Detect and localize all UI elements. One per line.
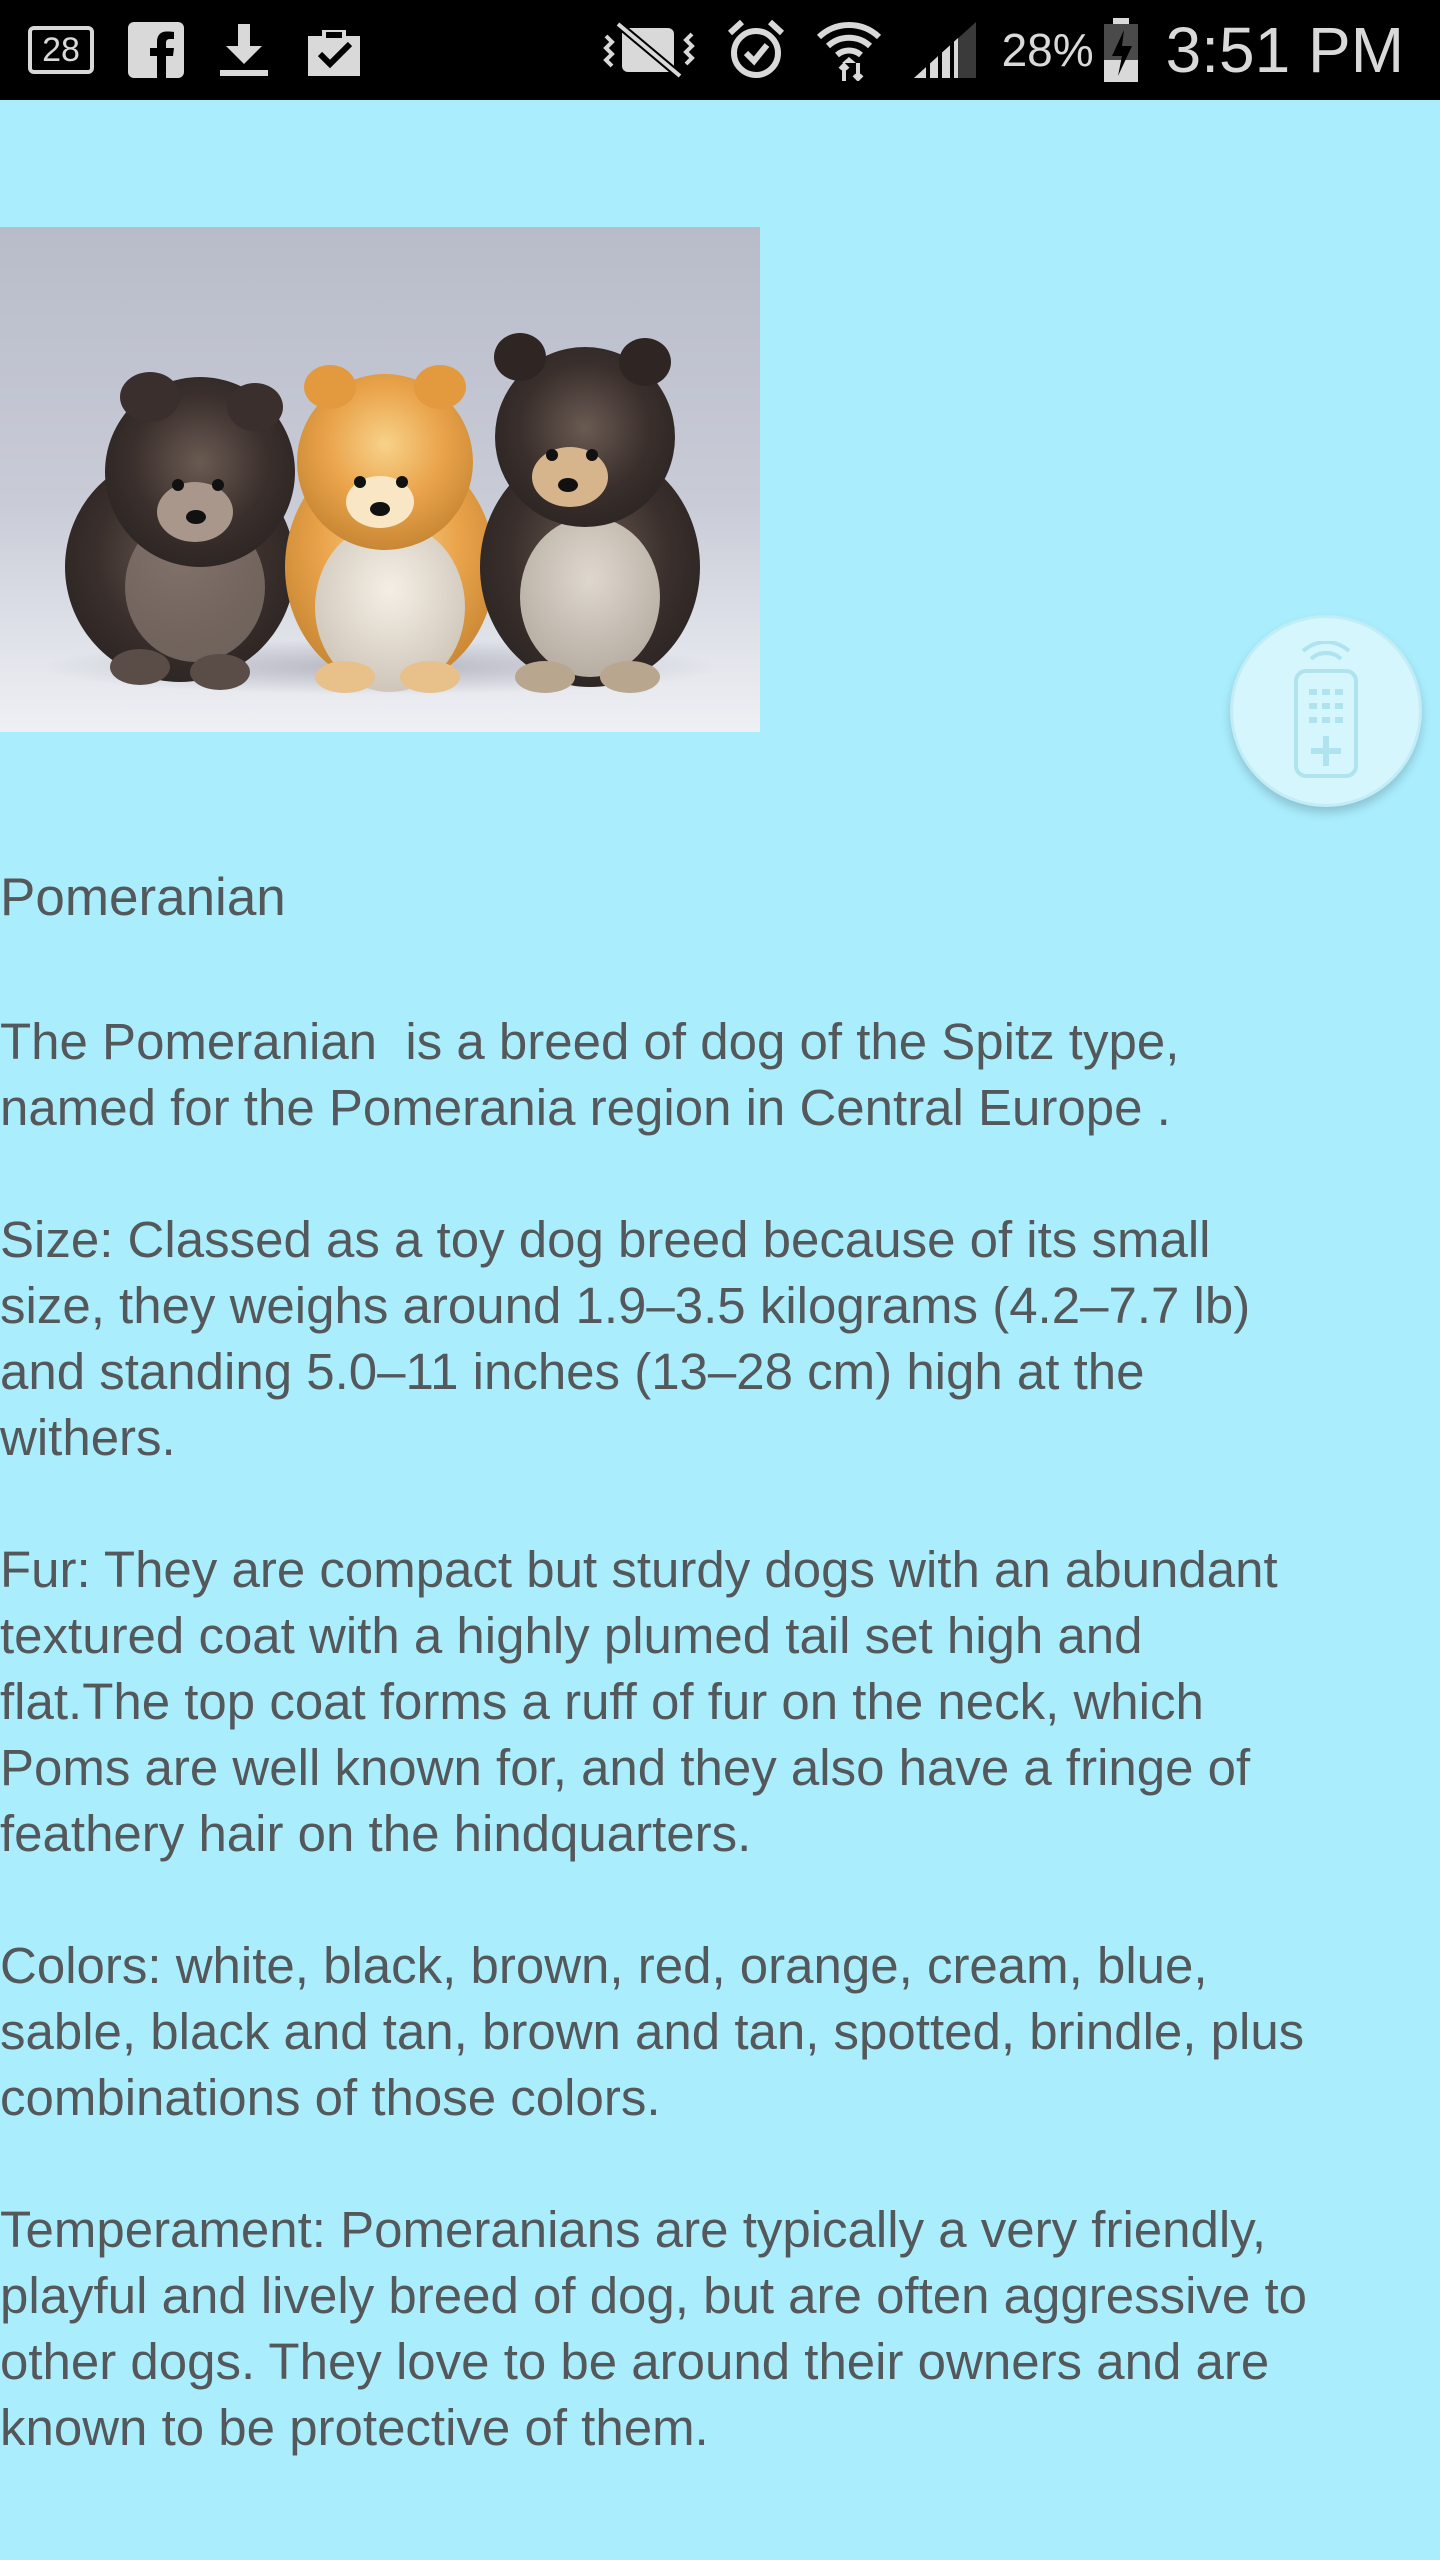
battery-charging-icon xyxy=(1102,0,1140,100)
puppy-middle xyxy=(285,365,495,693)
remote-control-button[interactable] xyxy=(1230,615,1422,807)
intro-paragraph: The Pomeranian is a breed of dog of the … xyxy=(0,1013,1180,1136)
fur-paragraph: Fur: They are compact but sturdy dogs wi… xyxy=(0,1541,1278,1862)
status-bar-system: 28% 3:51 PM xyxy=(572,0,1404,100)
battery-percent: 28% xyxy=(1001,24,1094,76)
puppies-illustration xyxy=(40,333,720,695)
colors-paragraph: Colors: white, black, brown, red, orange… xyxy=(0,1937,1305,2126)
temperament-paragraph: Temperament: Pomeranians are typically a… xyxy=(0,2201,1307,2456)
facebook-icon xyxy=(128,0,184,100)
status-bar: 28 28% 3:51 PM xyxy=(0,0,1440,100)
breed-description: The Pomeranian is a breed of dog of the … xyxy=(0,1009,1440,2527)
clock: 3:51 PM xyxy=(1165,14,1404,86)
status-bar-notifications: 28 xyxy=(28,0,398,100)
download-icon xyxy=(218,0,270,100)
wifi-icon xyxy=(816,0,882,100)
breed-title: Pomeranian xyxy=(0,868,286,927)
pomeranian-puppies-photo xyxy=(0,227,760,732)
signal-icon xyxy=(912,0,978,100)
puppy-left xyxy=(65,372,295,690)
notification-count-icon: 28 xyxy=(28,0,94,100)
clipboard-check-icon xyxy=(304,0,364,100)
remote-control-icon xyxy=(1294,641,1358,778)
notification-count: 28 xyxy=(28,26,94,74)
alarm-icon xyxy=(726,0,786,100)
puppy-right xyxy=(480,333,700,693)
size-paragraph: Size: Classed as a toy dog breed because… xyxy=(0,1211,1251,1466)
vibrate-mute-icon xyxy=(602,0,696,100)
